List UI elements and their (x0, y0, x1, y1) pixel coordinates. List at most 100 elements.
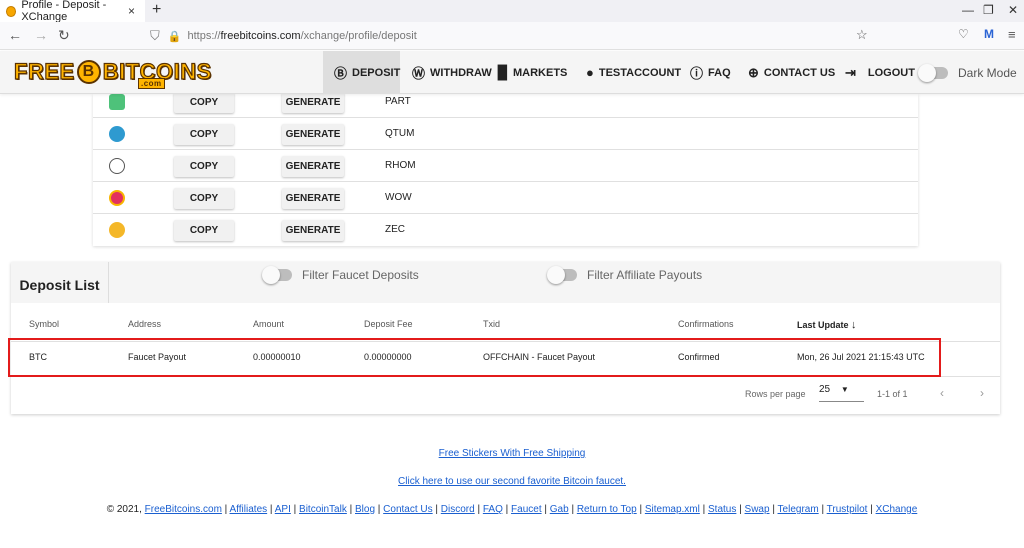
dark-mode-toggle[interactable]: Dark Mode (918, 51, 1017, 94)
column-header-txid[interactable]: Txid (483, 319, 500, 329)
footer-separator: | (290, 504, 300, 515)
nav-logout[interactable]: ⇥ LOGOUT (845, 51, 915, 94)
column-header-address[interactable]: Address (128, 319, 161, 329)
copy-button[interactable]: COPY (174, 156, 234, 177)
column-header-last-update[interactable]: Last Update ↓ (797, 319, 857, 331)
generate-button[interactable]: GENERATE (282, 124, 344, 145)
reload-icon[interactable]: ↻ (58, 27, 70, 44)
toggle-icon (918, 63, 948, 82)
browser-tab[interactable]: Profile - Deposit - XChange × (0, 0, 145, 23)
generate-button[interactable]: GENERATE (282, 220, 344, 241)
filter-faucet-label: Filter Faucet Deposits (302, 268, 419, 282)
footer-separator: | (541, 504, 550, 515)
bitcoin-coin-icon: B (76, 60, 101, 84)
column-header-symbol[interactable]: Symbol (29, 319, 59, 329)
footer-link[interactable]: FAQ (483, 504, 503, 515)
footer-links: © 2021, FreeBitcoins.com | Affiliates | … (0, 504, 1024, 515)
footer-link[interactable]: BitcoinTalk (299, 504, 347, 515)
pocket-icon[interactable]: ♡ (958, 27, 969, 41)
nav-testaccount[interactable]: ● TESTACCOUNT (586, 51, 681, 94)
footer-links-list: FreeBitcoins.com | Affiliates | API | Bi… (145, 504, 918, 515)
footer-separator: | (267, 504, 275, 515)
back-icon[interactable]: ← (8, 27, 22, 43)
footer-link[interactable]: Faucet (511, 504, 542, 515)
shield-icon[interactable]: ⛉ (150, 28, 160, 44)
copy-button[interactable]: COPY (174, 124, 234, 145)
bookmark-star-icon[interactable]: ☆ (856, 27, 868, 43)
footer-link[interactable]: Telegram (778, 504, 819, 515)
dropdown-arrow-icon: ▼ (840, 385, 849, 394)
coin-symbol: RHOM (385, 160, 416, 171)
coin-row-rhom: COPY GENERATE RHOM (93, 150, 918, 182)
generate-button[interactable]: GENERATE (282, 156, 344, 177)
footer-separator: | (474, 504, 483, 515)
tab-title: Profile - Deposit - XChange (21, 0, 107, 23)
footer-separator: | (818, 504, 827, 515)
coin-symbol: PART (385, 96, 411, 107)
column-header-amount[interactable]: Amount (253, 319, 284, 329)
nav-contact-us[interactable]: ⊕ CONTACT US (748, 51, 835, 94)
extension-icon[interactable]: M (984, 27, 994, 41)
minimize-icon[interactable]: — (962, 3, 974, 17)
footer-link[interactable]: Discord (441, 504, 475, 515)
filter-faucet-deposits[interactable]: Filter Faucet Deposits (262, 266, 419, 284)
footer-link[interactable]: FreeBitcoins.com (145, 504, 222, 515)
deposit-icon: Ⓑ (334, 66, 348, 81)
footer-link[interactable]: Sitemap.xml (645, 504, 700, 515)
particl-coin-icon (109, 94, 125, 110)
footer-link[interactable]: API (275, 504, 291, 515)
coin-symbol: WOW (385, 192, 412, 203)
restore-icon[interactable]: ❐ (983, 3, 994, 17)
forward-icon[interactable]: → (34, 27, 48, 43)
footer-link[interactable]: Gab (550, 504, 569, 515)
generate-button[interactable]: GENERATE (282, 188, 344, 209)
filter-affiliate-label: Filter Affiliate Payouts (587, 268, 703, 282)
second-faucet-link[interactable]: Click here to use our second favorite Bi… (0, 476, 1024, 487)
nav-faq[interactable]: ⓘ FAQ (690, 51, 731, 94)
help-icon: ⓘ (690, 66, 704, 81)
next-page-icon[interactable]: › (980, 386, 984, 400)
footer-separator: | (636, 504, 645, 515)
toggle-icon[interactable] (547, 266, 577, 284)
footer-link[interactable]: XChange (876, 504, 918, 515)
copy-button[interactable]: COPY (174, 92, 234, 113)
generate-button[interactable]: GENERATE (282, 92, 344, 113)
rows-per-page-select[interactable]: 25 ▼ (819, 384, 864, 402)
menu-icon[interactable]: ≡ (1008, 27, 1016, 42)
footer-link[interactable]: Trustpilot (827, 504, 868, 515)
logo-free: FREE (13, 58, 75, 84)
qtum-coin-icon (109, 126, 125, 142)
dark-mode-label: Dark Mode (958, 65, 1017, 80)
footer-link[interactable]: Status (708, 504, 736, 515)
footer-link[interactable]: Return to Top (577, 504, 637, 515)
prev-page-icon[interactable]: ‹ (940, 386, 944, 400)
zcash-coin-icon (109, 222, 125, 238)
column-header-confirmations[interactable]: Confirmations (678, 319, 734, 329)
footer-link[interactable]: Swap (745, 504, 770, 515)
close-tab-icon[interactable]: × (128, 4, 135, 18)
nav-deposit[interactable]: Ⓑ DEPOSIT (323, 51, 400, 94)
coin-symbol: QTUM (385, 128, 415, 139)
footer-link[interactable]: Affiliates (230, 504, 268, 515)
filter-affiliate-payouts[interactable]: Filter Affiliate Payouts (547, 266, 703, 284)
free-stickers-link[interactable]: Free Stickers With Free Shipping (0, 448, 1024, 459)
address-bar[interactable]: ⛉ 🔒 https://freebitcoins.com/xchange/pro… (150, 25, 880, 47)
footer-link[interactable]: Blog (355, 504, 375, 515)
url-prefix: https:// (187, 30, 221, 42)
close-window-icon[interactable]: ✕ (1008, 3, 1018, 17)
logout-icon: ⇥ (845, 64, 856, 80)
footer-link[interactable]: Contact Us (383, 504, 432, 515)
nav-markets[interactable]: ▉ MARKETS (498, 51, 567, 94)
nav-withdraw[interactable]: Ⓦ WITHDRAW (412, 51, 492, 94)
site-logo[interactable]: FREE B BITCOINS .com (13, 58, 212, 89)
withdraw-icon: Ⓦ (412, 66, 426, 81)
nav-contact-us-label: CONTACT US (763, 66, 836, 79)
copy-button[interactable]: COPY (174, 220, 234, 241)
nav-testaccount-label: TESTACCOUNT (598, 66, 682, 79)
copy-button[interactable]: COPY (174, 188, 234, 209)
toggle-icon[interactable] (262, 266, 292, 284)
new-tab-icon[interactable]: + (152, 1, 161, 19)
footer-separator: | (375, 504, 384, 515)
column-header-deposit-fee[interactable]: Deposit Fee (364, 319, 413, 329)
coin-address-table: COPY GENERATE PART COPY GENERATE QTUM CO… (93, 92, 918, 246)
